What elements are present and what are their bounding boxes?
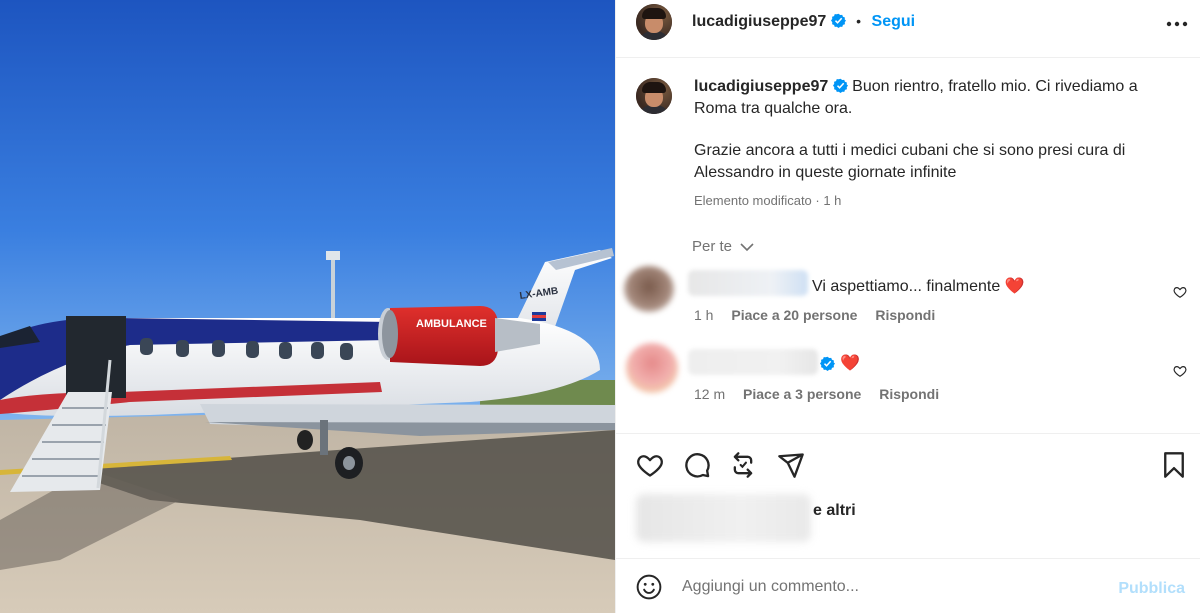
caption-paragraph-2: Grazie ancora a tutti i medici cubani ch…	[694, 142, 1126, 181]
header-username[interactable]: lucadigiuseppe97	[692, 13, 826, 30]
liked-by-suffix[interactable]: e altri	[813, 502, 856, 519]
verified-badge-icon	[832, 78, 848, 93]
comment-reply-button[interactable]: Rispondi	[875, 307, 935, 323]
engine-label: AMBULANCE	[416, 318, 487, 330]
comment-item: Vi aspettiamo... finalmente ❤️ 1 h Piace…	[616, 262, 1200, 332]
like-heart-icon[interactable]	[636, 451, 664, 479]
comment-likes[interactable]: Piace a 3 persone	[743, 386, 861, 402]
comments-filter-dropdown[interactable]: Per te	[692, 238, 754, 255]
caption-text: lucadigiuseppe97 Buon rientro, fratello …	[694, 76, 1164, 204]
caption-meta: Elemento modificato · 1 h	[694, 193, 842, 208]
like-comment-heart-icon[interactable]	[1173, 285, 1187, 299]
comments-filter-label: Per te	[692, 238, 733, 255]
post-header: lucadigiuseppe97 • Segui	[616, 0, 1200, 58]
save-bookmark-icon[interactable]	[1160, 451, 1188, 479]
emoji-icon[interactable]	[636, 574, 662, 600]
ambulance-jet-image: AMBULANCE LX-AMB	[0, 0, 615, 613]
comment-text: ❤️	[840, 355, 860, 372]
verified-badge-icon	[830, 13, 846, 28]
follow-button[interactable]: Segui	[872, 13, 916, 30]
add-comment-bar: Pubblica	[616, 558, 1200, 613]
comment-username-redacted[interactable]	[688, 349, 818, 375]
header-separator: •	[856, 13, 862, 29]
comment-bubble-icon[interactable]	[683, 451, 711, 479]
comment-meta: 1 h Piace a 20 persone Rispondi	[694, 307, 949, 323]
header-author-line: lucadigiuseppe97 • Segui	[692, 13, 915, 31]
publish-button[interactable]: Pubblica	[1118, 580, 1185, 598]
add-comment-input[interactable]	[682, 573, 1102, 601]
post-photo[interactable]: AMBULANCE LX-AMB	[0, 0, 615, 613]
repost-icon[interactable]	[729, 451, 757, 479]
heart-emoji: ❤️	[1004, 278, 1025, 295]
comment-reply-button[interactable]: Rispondi	[879, 386, 939, 402]
comment-likes[interactable]: Piace a 20 persone	[731, 307, 857, 323]
post-actions: e altri	[616, 433, 1200, 558]
share-paper-plane-icon[interactable]	[777, 451, 805, 479]
caption-username[interactable]: lucadigiuseppe97	[694, 78, 828, 95]
comment-time: 12 m	[694, 386, 726, 402]
liked-by-text[interactable]: e altri	[813, 502, 856, 520]
author-avatar[interactable]	[636, 4, 672, 40]
comment-item: ❤️ 12 m Piace a 3 persone Rispondi	[616, 341, 1200, 411]
more-options-icon[interactable]	[1163, 12, 1191, 36]
liked-by-redacted	[636, 494, 811, 542]
chevron-down-icon	[740, 243, 754, 252]
comment-avatar[interactable]	[624, 266, 674, 312]
verified-badge-icon	[820, 356, 835, 371]
post-details-panel: lucadigiuseppe97 • Segui lucadigiuseppe9…	[615, 0, 1200, 613]
comment-meta: 12 m Piace a 3 persone Rispondi	[694, 386, 953, 402]
comment-text: Vi aspettiamo... finalmente ❤️	[812, 276, 1025, 296]
caption-author-avatar[interactable]	[636, 78, 672, 114]
comment-username-redacted[interactable]	[688, 270, 808, 296]
comment-body: Vi aspettiamo... finalmente	[812, 278, 1001, 295]
comment-avatar[interactable]	[626, 343, 678, 393]
like-comment-heart-icon[interactable]	[1173, 364, 1187, 378]
comment-time: 1 h	[694, 307, 714, 323]
